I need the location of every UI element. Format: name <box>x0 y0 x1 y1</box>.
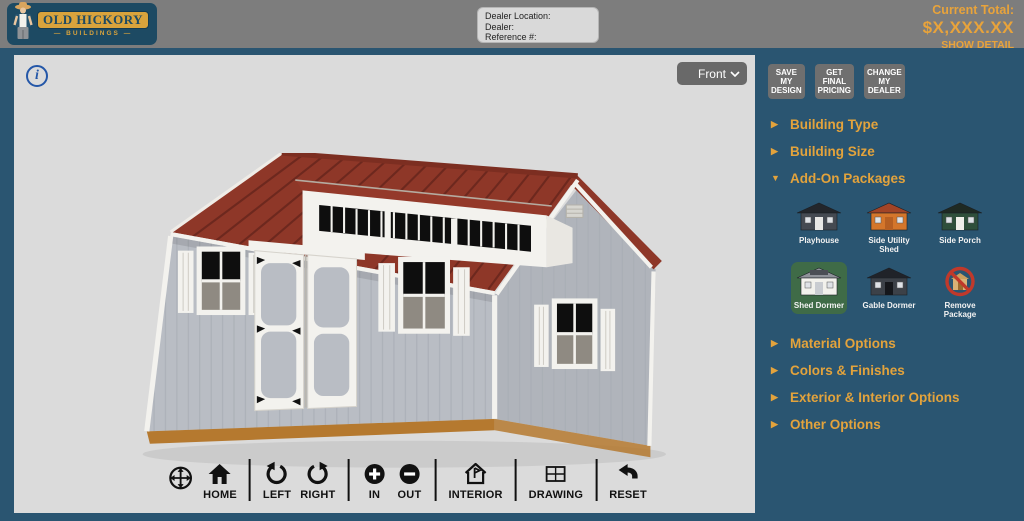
rotate-right-button[interactable]: RIGHT <box>300 461 335 501</box>
package-tile-gable-dormer[interactable]: Gable Dormer <box>860 262 919 314</box>
interior-button[interactable]: INTERIOR <box>448 461 502 501</box>
toolbar-divider <box>249 459 251 501</box>
remove-package-icon <box>943 266 977 298</box>
add-on-package-grid: Playhouse Side Utility Shed <box>785 197 1024 323</box>
old-hickory-logo: OLD HICKORY — BUILDINGS — <box>7 3 157 45</box>
configurator-app: OLD HICKORY — BUILDINGS — Dealer Locatio… <box>0 0 1024 521</box>
menu-item-exterior-interior-options[interactable]: ▶ Exterior & Interior Options <box>771 389 1024 406</box>
gable-dormer-thumbnail <box>866 266 912 298</box>
menu-item-building-size[interactable]: ▶ Building Size <box>771 143 1024 160</box>
dealer-label: Dealer: <box>485 22 591 33</box>
show-detail-link[interactable]: SHOW DETAIL <box>923 39 1014 51</box>
rotate-right-icon <box>305 461 331 487</box>
rotate-left-icon <box>264 461 290 487</box>
collapsed-arrow-icon: ▶ <box>771 335 781 352</box>
options-sidebar: SAVEMYDESIGN GETFINALPRICING CHANGEMYDEA… <box>755 55 1024 513</box>
action-buttons: SAVEMYDESIGN GETFINALPRICING CHANGEMYDEA… <box>768 64 1024 99</box>
reference-label: Reference #: <box>485 32 591 43</box>
logo-title: OLD HICKORY <box>37 11 149 29</box>
package-tile-playhouse[interactable]: Playhouse <box>793 197 845 249</box>
side-utility-shed-thumbnail <box>866 201 912 233</box>
view-toolbar: HOME LEFT RIGHT <box>166 459 647 501</box>
drawing-icon <box>543 461 569 487</box>
menu-item-colors-finishes[interactable]: ▶ Colors & Finishes <box>771 362 1024 379</box>
current-total-label: Current Total: <box>923 3 1014 17</box>
pan-icon <box>166 464 194 492</box>
logo-subtitle: — BUILDINGS — <box>54 30 132 37</box>
reset-icon <box>615 461 641 487</box>
package-tile-shed-dormer[interactable]: Shed Dormer <box>791 262 847 314</box>
drawing-button[interactable]: DRAWING <box>529 461 584 501</box>
shed-3d-view[interactable] <box>126 153 666 475</box>
save-my-design-button[interactable]: SAVEMYDESIGN <box>768 64 805 99</box>
toolbar-divider <box>595 459 597 501</box>
toolbar-divider <box>434 459 436 501</box>
package-tile-remove-package[interactable]: Remove Package <box>926 262 994 323</box>
view-select-value: Front <box>698 67 726 81</box>
shed-model-illustration <box>126 153 666 475</box>
expanded-arrow-icon: ▼ <box>771 170 781 187</box>
menu-item-material-options[interactable]: ▶ Material Options <box>771 335 1024 352</box>
shed-dormer-thumbnail <box>796 266 842 298</box>
playhouse-thumbnail <box>796 201 842 233</box>
lumberjack-mascot-icon <box>11 0 35 42</box>
zoom-out-icon <box>396 461 422 487</box>
change-my-dealer-button[interactable]: CHANGEMYDEALER <box>864 64 905 99</box>
collapsed-arrow-icon: ▶ <box>771 416 781 433</box>
get-final-pricing-button[interactable]: GETFINALPRICING <box>815 64 854 99</box>
pan-button[interactable] <box>166 464 194 492</box>
gable-end-window <box>534 298 615 371</box>
collapsed-arrow-icon: ▶ <box>771 143 781 160</box>
rotate-left-button[interactable]: LEFT <box>263 461 291 501</box>
chevron-down-icon <box>730 71 740 77</box>
side-porch-thumbnail <box>937 201 983 233</box>
home-icon <box>207 461 233 487</box>
home-button[interactable]: HOME <box>203 461 237 501</box>
options-menu-lower: ▶ Material Options ▶ Colors & Finishes ▶… <box>771 335 1024 433</box>
model-canvas: i Front <box>14 55 755 513</box>
menu-item-building-type[interactable]: ▶ Building Type <box>771 116 1024 133</box>
toolbar-divider <box>347 459 349 501</box>
collapsed-arrow-icon: ▶ <box>771 116 781 133</box>
collapsed-arrow-icon: ▶ <box>771 389 781 406</box>
collapsed-arrow-icon: ▶ <box>771 362 781 379</box>
toolbar-divider <box>515 459 517 501</box>
info-icon[interactable]: i <box>26 65 48 87</box>
front-right-window <box>378 257 469 336</box>
options-menu: ▶ Building Type ▶ Building Size ▼ Add-On… <box>771 116 1024 187</box>
view-select[interactable]: Front <box>677 62 747 85</box>
menu-item-add-on-packages[interactable]: ▼ Add-On Packages <box>771 170 1024 187</box>
dealer-info-box: Dealer Location: Dealer: Reference #: <box>477 7 599 43</box>
package-tile-side-utility-shed[interactable]: Side Utility Shed <box>855 197 923 258</box>
interior-icon <box>463 461 489 487</box>
zoom-in-icon <box>361 461 387 487</box>
menu-item-other-options[interactable]: ▶ Other Options <box>771 416 1024 433</box>
current-total: Current Total: $X,XXX.XX SHOW DETAIL <box>923 3 1014 51</box>
zoom-out-button[interactable]: OUT <box>396 461 422 501</box>
reset-button[interactable]: RESET <box>609 461 647 501</box>
front-left-window <box>178 247 264 316</box>
package-tile-side-porch[interactable]: Side Porch <box>934 197 986 249</box>
top-bar: OLD HICKORY — BUILDINGS — Dealer Locatio… <box>0 0 1024 48</box>
current-total-amount: $X,XXX.XX <box>923 18 1014 38</box>
zoom-in-button[interactable]: IN <box>361 461 387 501</box>
dealer-location-label: Dealer Location: <box>485 11 591 22</box>
